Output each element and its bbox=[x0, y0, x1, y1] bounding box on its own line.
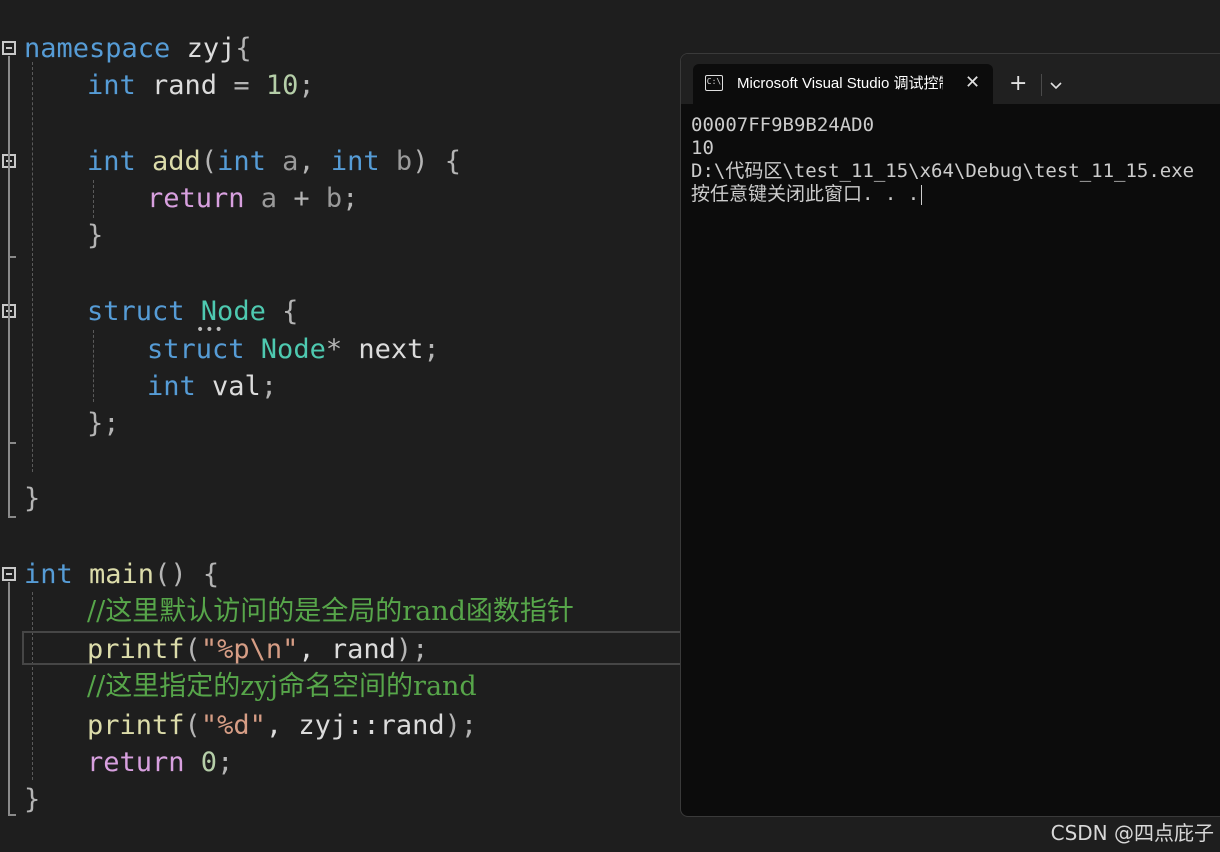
parameter: b bbox=[325, 183, 343, 214]
keyword: int bbox=[87, 70, 136, 101]
code-line-13[interactable]: } bbox=[24, 480, 40, 517]
punctuation: ; bbox=[423, 334, 440, 365]
outline-line bbox=[8, 814, 16, 816]
console-output-line: D:\代码区\test_11_15\x64\Debug\test_11_15.e… bbox=[691, 160, 1195, 182]
code-line-10[interactable]: int val; bbox=[147, 368, 277, 405]
code-line-8[interactable]: struct Node { bbox=[87, 293, 298, 330]
terminal-icon: C:\ bbox=[705, 75, 723, 91]
keyword: struct bbox=[147, 334, 245, 365]
string-literal: "%p\n" bbox=[200, 634, 299, 665]
punctuation: ( bbox=[184, 710, 201, 741]
code-line-19[interactable]: printf("%d", zyj::rand); bbox=[87, 707, 477, 744]
console-output-line: 按任意键关闭此窗口. . . bbox=[691, 183, 923, 206]
code-line-6[interactable]: } bbox=[87, 217, 103, 254]
outline-line bbox=[8, 256, 16, 258]
code-line-1[interactable]: namespace zyj{ bbox=[24, 30, 252, 67]
code-line-4[interactable]: int add(int a, int b) { bbox=[87, 143, 461, 180]
keyword: return bbox=[87, 747, 185, 778]
keyword: int bbox=[24, 559, 73, 590]
keyword: int bbox=[217, 146, 266, 177]
outline-line bbox=[8, 582, 10, 814]
code-line-9[interactable]: struct Node* next; bbox=[147, 331, 440, 368]
indent-guide bbox=[93, 180, 94, 218]
text-cursor bbox=[921, 184, 923, 205]
console-prompt-text: 按任意键关闭此窗口. . . bbox=[691, 183, 920, 205]
function-name: main bbox=[72, 559, 155, 590]
punctuation: }; bbox=[87, 408, 120, 439]
punctuation: } bbox=[24, 784, 41, 815]
indent-guide bbox=[32, 592, 33, 780]
keyword: int bbox=[87, 146, 136, 177]
punctuation: () { bbox=[154, 559, 220, 590]
code-line-16[interactable]: //这里默认访问的是全局的rand函数指针 bbox=[87, 593, 574, 630]
debug-console-window[interactable]: C:\ Microsoft Visual Studio 调试控制台 ✕ + 00… bbox=[680, 53, 1220, 817]
close-icon[interactable]: ✕ bbox=[965, 72, 980, 94]
outline-line bbox=[8, 442, 16, 444]
keyword: int bbox=[330, 146, 380, 177]
punctuation: ; bbox=[260, 371, 278, 402]
keyword: return bbox=[147, 183, 245, 214]
code-line-18[interactable]: //这里指定的zyj命名空间的rand bbox=[87, 668, 477, 705]
tab-divider bbox=[1041, 74, 1042, 96]
code-line-5[interactable]: return a + b; bbox=[147, 180, 358, 217]
keyword: int bbox=[147, 371, 196, 402]
comment: //这里默认访问的是全局的rand函数指针 bbox=[87, 596, 574, 627]
punctuation: ) { bbox=[412, 146, 461, 177]
console-titlebar[interactable]: C:\ Microsoft Visual Studio 调试控制台 ✕ + bbox=[681, 54, 1220, 104]
tab-title: Microsoft Visual Studio 调试控制台 bbox=[737, 75, 943, 92]
punctuation: } bbox=[87, 220, 104, 251]
collapse-icon[interactable] bbox=[2, 41, 16, 55]
punctuation: ; bbox=[298, 70, 315, 101]
keyword: struct bbox=[87, 296, 185, 327]
punctuation: { bbox=[265, 296, 299, 327]
punctuation: ; bbox=[342, 183, 359, 214]
operator: + bbox=[277, 183, 326, 214]
punctuation: , bbox=[298, 146, 331, 177]
comment: //这里指定的zyj命名空间的rand bbox=[87, 671, 477, 702]
parameter: a bbox=[244, 183, 278, 214]
function-name: printf bbox=[87, 634, 185, 665]
identifier: zyj bbox=[170, 33, 236, 64]
console-output-line: 00007FF9B9B24AD0 bbox=[691, 114, 875, 136]
console-tab[interactable]: C:\ Microsoft Visual Studio 调试控制台 ✕ bbox=[693, 64, 993, 104]
function-name: add bbox=[135, 146, 201, 177]
collapse-icon[interactable] bbox=[2, 567, 16, 581]
code-line-2[interactable]: int rand = 10; bbox=[87, 67, 315, 104]
plus-icon[interactable]: + bbox=[1009, 70, 1027, 98]
outline-line bbox=[8, 516, 16, 518]
parameter: b bbox=[379, 146, 413, 177]
operator: = bbox=[233, 70, 266, 101]
indent-guide bbox=[93, 330, 94, 402]
string-literal: "%d" bbox=[200, 710, 266, 741]
identifier: val bbox=[195, 371, 261, 402]
console-output-line: 10 bbox=[691, 137, 714, 159]
code-line-21[interactable]: } bbox=[24, 781, 40, 818]
chevron-down-icon[interactable] bbox=[1049, 71, 1063, 99]
function-name: printf bbox=[87, 710, 185, 741]
keyword: namespace bbox=[24, 33, 171, 64]
punctuation: { bbox=[235, 33, 252, 64]
identifier: , zyj::rand bbox=[265, 710, 445, 741]
punctuation: ); bbox=[444, 710, 478, 741]
identifier: , rand bbox=[298, 634, 396, 665]
code-line-11[interactable]: }; bbox=[87, 405, 120, 442]
punctuation: ( bbox=[200, 146, 218, 177]
code-line-15[interactable]: int main() { bbox=[24, 556, 219, 593]
number: 10 bbox=[265, 70, 299, 101]
identifier: rand bbox=[135, 70, 234, 101]
parameter: a bbox=[265, 146, 299, 177]
number: 0 bbox=[184, 747, 218, 778]
punctuation: ; bbox=[217, 747, 234, 778]
punctuation: ( bbox=[184, 634, 201, 665]
type-name: Node bbox=[244, 334, 326, 365]
operator: * bbox=[325, 334, 343, 365]
code-line-17[interactable]: printf("%p\n", rand); bbox=[87, 631, 428, 668]
outline-line bbox=[8, 56, 10, 516]
punctuation: ); bbox=[395, 634, 429, 665]
indent-guide bbox=[32, 62, 33, 472]
code-line-20[interactable]: return 0; bbox=[87, 744, 233, 781]
punctuation: } bbox=[24, 483, 41, 514]
identifier: next bbox=[342, 334, 424, 365]
watermark: CSDN @四点庇子 bbox=[1050, 821, 1214, 845]
